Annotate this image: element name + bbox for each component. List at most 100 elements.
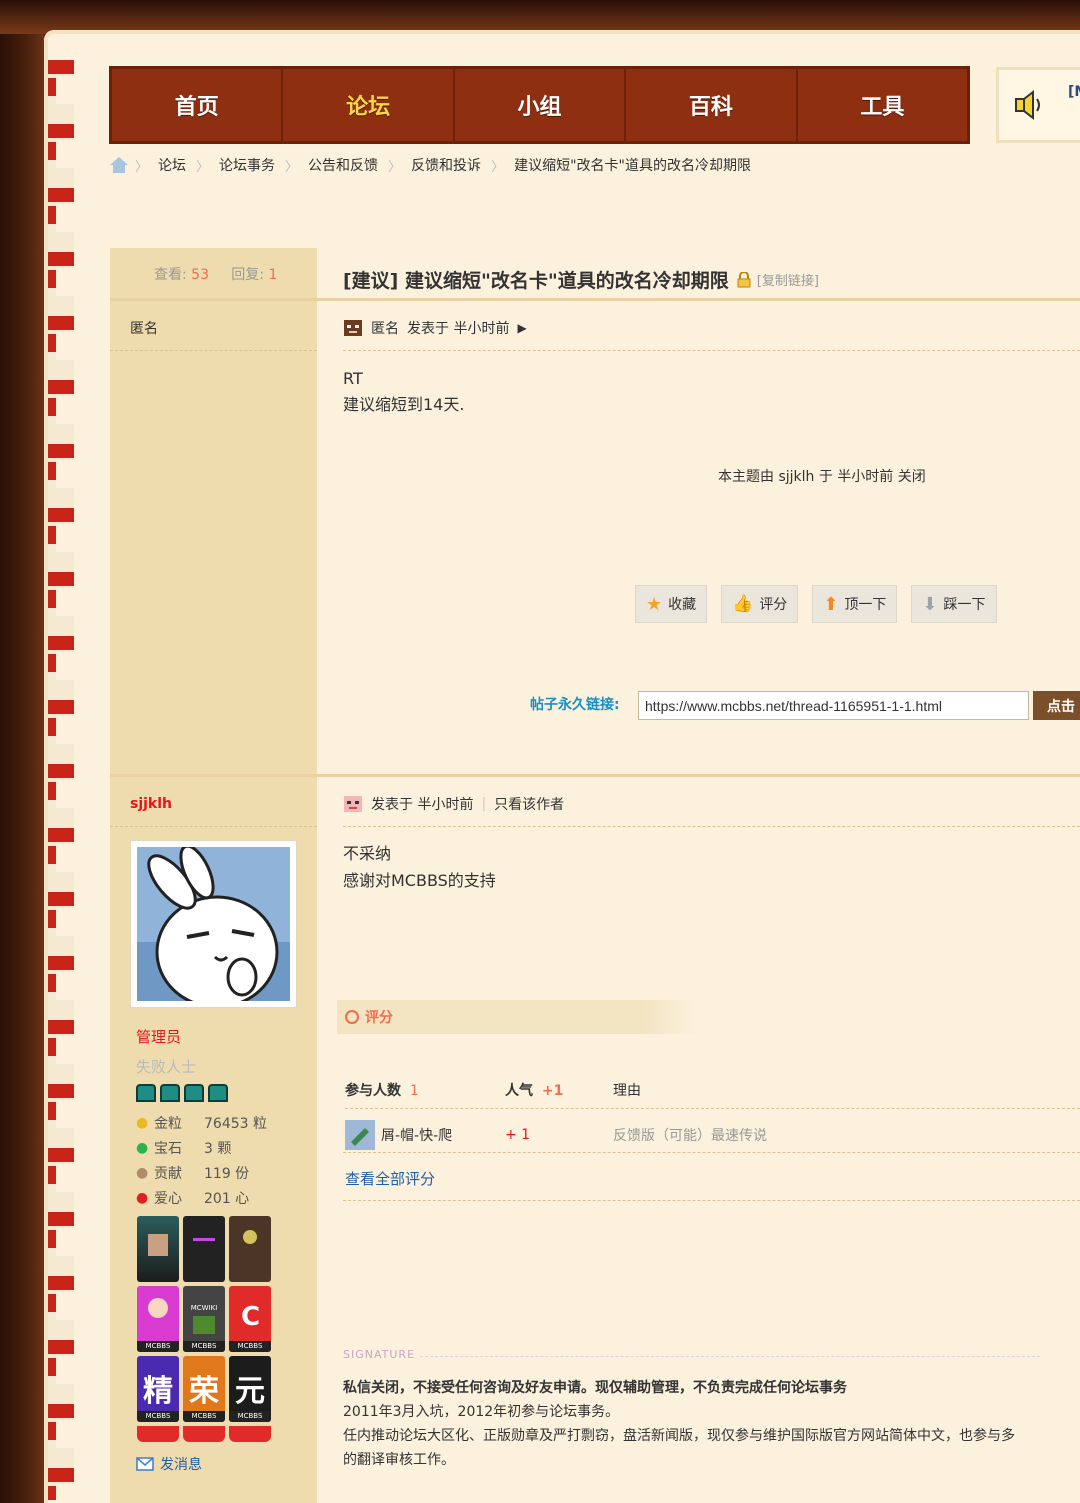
closed-note: 本主题由 sjjklh 于 半小时前 关闭 — [718, 469, 926, 485]
announcement-box[interactable] — [996, 67, 1080, 143]
stat-gem: ● 宝石 3 颗 — [136, 1135, 267, 1160]
views-label: 查看: — [154, 267, 187, 283]
main-nav: 首页 论坛 小组 百科 工具 — [109, 66, 970, 144]
breadcrumb: 〉 论坛 〉 论坛事务 〉 公告和反馈 〉 反馈和投诉 〉 建议缩短"改名卡"道… — [109, 154, 755, 176]
speaker-icon — [1015, 89, 1040, 121]
nav-tools[interactable]: 工具 — [798, 69, 967, 141]
stat-value: 201 心 — [204, 1190, 250, 1207]
nav-forum[interactable]: 论坛 — [283, 69, 455, 141]
signature-label: SIGNATURE — [343, 1348, 416, 1361]
breadcrumb-thread[interactable]: 建议缩短"改名卡"道具的改名冷却期限 — [510, 155, 755, 175]
elite-badge[interactable]: 精 MCBBS — [137, 1356, 179, 1422]
rating-header-row: 参与人数 1 人气 +1 理由 — [345, 1076, 767, 1104]
veteran-badge[interactable]: 元 MCBBS — [229, 1356, 271, 1422]
post-actions: ★ 收藏 👍 评分 ⬆ 顶一下 ⬇ 踩一下 — [635, 585, 997, 623]
col-participants: 参与人数 1 — [345, 1080, 505, 1100]
enderman-badge[interactable] — [183, 1216, 225, 1282]
post1-meta-author[interactable]: 匿名 — [371, 318, 399, 338]
downvote-label: 踩一下 — [943, 597, 986, 613]
post1-line: 建议缩短到14天. — [343, 395, 465, 414]
diamond-helmet-icon — [184, 1084, 204, 1102]
thread-stats: 查看: 53 回复: 1 — [154, 264, 277, 284]
badge-foot: MCBBS — [137, 1411, 179, 1422]
post1-body: RT 建议缩短到14天. — [343, 366, 464, 418]
divider — [343, 1152, 1080, 1153]
upvote-label: 顶一下 — [844, 597, 887, 613]
view-all-ratings-link[interactable]: 查看全部评分 — [345, 1168, 435, 1189]
veteran-badge-text: 元 — [235, 1374, 265, 1409]
favorite-label: 收藏 — [668, 597, 697, 613]
stat-gold: ● 金粒 76453 粒 — [136, 1110, 267, 1135]
breadcrumb-separator: 〉 — [135, 159, 149, 175]
avatar-image — [137, 847, 290, 1001]
avatar[interactable] — [130, 840, 297, 1008]
user-role: 管理员 — [136, 1028, 182, 1046]
breadcrumb-announcements[interactable]: 公告和反馈 — [304, 155, 382, 175]
c-badge[interactable]: C MCBBS — [229, 1286, 271, 1352]
copy-link[interactable]: [复制链接] — [757, 270, 819, 289]
rating-score: + 1 — [505, 1127, 531, 1143]
signature-divider — [420, 1356, 1040, 1357]
nav-wiki[interactable]: 百科 — [626, 69, 798, 141]
divider — [110, 774, 1080, 777]
post2-username[interactable]: sjjklh — [130, 796, 172, 812]
breadcrumb-forum[interactable]: 论坛 — [154, 155, 190, 175]
only-author-link[interactable]: 只看该作者 — [494, 794, 564, 814]
user-avatar-icon — [345, 1120, 375, 1150]
badge-cap — [229, 1426, 271, 1442]
divider — [110, 826, 317, 827]
popularity-label: 人气 — [505, 1083, 533, 1099]
rate-label: 评分 — [759, 597, 788, 613]
post1-line: RT — [343, 369, 363, 388]
arrow-down-icon: ⬇ — [922, 593, 938, 615]
stat-label: 贡献 — [154, 1165, 182, 1182]
nav-home[interactable]: 首页 — [112, 69, 284, 141]
envelope-icon — [136, 1457, 154, 1471]
honor-badge[interactable]: 荣 MCBBS — [183, 1356, 225, 1422]
replies-label: 回复: — [231, 267, 264, 283]
divider — [343, 826, 1080, 827]
thumb-up-icon: 👍 — [732, 594, 754, 614]
home-icon[interactable] — [109, 156, 129, 174]
thread-title-text: [建议] 建议缩短"改名卡"道具的改名冷却期限 — [343, 270, 729, 292]
cookie-icon: ● — [136, 1164, 149, 1181]
divider — [343, 350, 1080, 351]
breadcrumb-separator: 〉 — [491, 159, 505, 175]
caret-right-icon[interactable]: ▶ — [517, 321, 526, 335]
badge-cap — [183, 1426, 225, 1442]
badge-foot: MCBBS — [183, 1341, 225, 1352]
post-table: 查看: 53 回复: 1 [建议] 建议缩短"改名卡"道具的改名冷却期限 [复制… — [110, 248, 1080, 1503]
villager-badge[interactable] — [137, 1216, 179, 1282]
favorite-button[interactable]: ★ 收藏 — [635, 585, 708, 623]
post1-author: 匿名 — [130, 321, 158, 337]
col-popularity: 人气 +1 — [505, 1080, 613, 1100]
rate-button[interactable]: 👍 评分 — [721, 585, 799, 623]
emerald-icon: ● — [136, 1139, 149, 1156]
permalink-copy-button[interactable]: 点击 — [1033, 691, 1080, 720]
apple-icon: ● — [136, 1189, 149, 1206]
upvote-button[interactable]: ⬆ 顶一下 — [812, 585, 898, 623]
signature-line: 任内推动论坛大区化、正版勋章及严打剽窃，盘活新闻版，现仅参与维护国际版官方网站简… — [343, 1428, 1015, 1444]
thread-title: [建议] 建议缩短"改名卡"道具的改名冷却期限 [复制链接] — [343, 266, 819, 293]
rating-user[interactable]: 屑-帽-快-爬 — [345, 1120, 505, 1150]
downvote-button[interactable]: ⬇ 踩一下 — [911, 585, 997, 623]
breadcrumb-affairs[interactable]: 论坛事务 — [215, 155, 279, 175]
views-count: 53 — [191, 267, 209, 283]
rating-circle-icon — [345, 1010, 359, 1024]
star-icon: ★ — [646, 593, 663, 615]
ender-eye-badge[interactable] — [229, 1216, 271, 1282]
permalink-input[interactable] — [638, 691, 1029, 720]
breadcrumb-feedback[interactable]: 反馈和投诉 — [407, 155, 485, 175]
col-reason: 理由 — [613, 1083, 641, 1099]
rating-header: 评分 — [337, 1000, 697, 1034]
arrow-up-icon: ⬆ — [823, 593, 839, 615]
artist-badge[interactable]: MCBBS — [137, 1286, 179, 1352]
stat-value: 76453 粒 — [204, 1115, 267, 1132]
divider — [345, 1108, 1080, 1109]
stat-label: 金粒 — [154, 1115, 182, 1132]
send-message-label: 发消息 — [160, 1457, 202, 1473]
send-message-link[interactable]: 发消息 — [136, 1454, 202, 1474]
breadcrumb-separator: 〉 — [196, 159, 210, 175]
mcwiki-badge[interactable]: MCWIKI MCBBS — [183, 1286, 225, 1352]
nav-groups[interactable]: 小组 — [455, 69, 627, 141]
